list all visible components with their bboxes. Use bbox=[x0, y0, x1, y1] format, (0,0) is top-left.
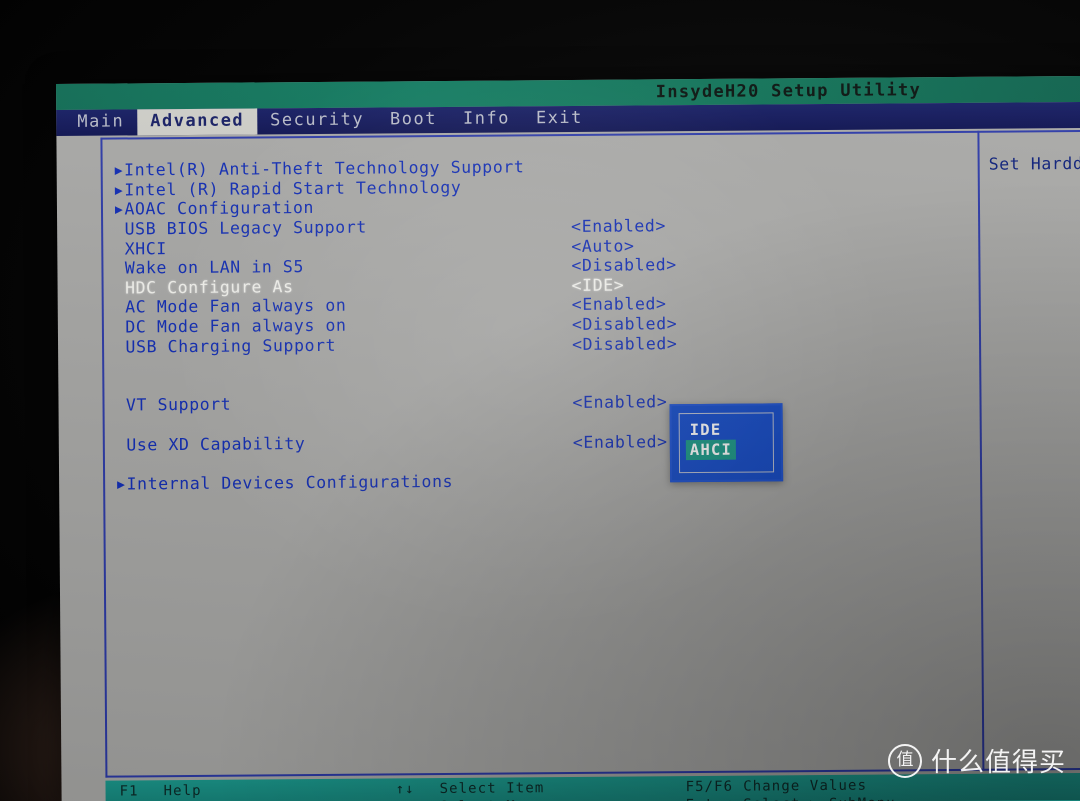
settings-row-value[interactable]: <IDE> bbox=[572, 275, 625, 294]
hdc-configure-as-popup[interactable]: IDE AHCI bbox=[669, 403, 784, 483]
menu-tab-main[interactable]: Main bbox=[64, 109, 137, 136]
help-panel-text: Set Hardd bbox=[988, 153, 1080, 174]
settings-row-value[interactable]: <Enabled> bbox=[573, 432, 668, 452]
settings-row-label: ▶USB Charging Support bbox=[116, 335, 336, 358]
submenu-arrow-icon: ▶ bbox=[114, 183, 124, 199]
watermark-text: 什么值得买 bbox=[930, 748, 1066, 778]
menu-tab-info[interactable]: Info bbox=[450, 106, 523, 133]
hint-column-2: ↑↓ Select Item↔Select Menu bbox=[395, 779, 544, 801]
settings-row-label-text: AOAC Configuration bbox=[124, 198, 315, 219]
hint-key: ↑↓ bbox=[395, 781, 415, 798]
settings-row-label-text: Wake on LAN in S5 bbox=[124, 257, 305, 278]
hint-row: F1 Help bbox=[119, 782, 201, 801]
menu-tab-security[interactable]: Security bbox=[257, 107, 377, 134]
hint-key: Enter bbox=[686, 796, 734, 801]
settings-row-label-text: AC Mode Fan always on bbox=[125, 296, 347, 317]
submenu-arrow-icon: ▶ bbox=[114, 202, 124, 219]
help-panel: Set Hardd bbox=[989, 153, 1080, 175]
settings-row-value[interactable]: <Enabled> bbox=[572, 295, 667, 315]
hint-row: F5/F6 Change Values bbox=[685, 776, 895, 796]
menu-tab-advanced[interactable]: Advanced bbox=[137, 108, 258, 136]
hint-key: F5/F6 bbox=[685, 778, 734, 796]
hint-row: ↑↓ Select Item bbox=[395, 779, 544, 798]
settings-row-label: ▶XHCI bbox=[115, 239, 167, 260]
page-title: InsydeH20 Setup Utility bbox=[655, 80, 922, 103]
hint-row: Enter Select ▶ SubMenu bbox=[686, 794, 896, 801]
submenu-arrow-icon: ▶ bbox=[117, 477, 126, 493]
popup-option-ide[interactable]: IDE bbox=[686, 420, 726, 440]
hint-action: Select Item bbox=[439, 780, 545, 798]
hint-action: Help bbox=[163, 782, 202, 800]
hint-action: Select ▶ SubMenu bbox=[743, 794, 896, 801]
settings-row-label-text: DC Mode Fan always on bbox=[125, 315, 347, 337]
photo-of-bios-screen: InsydeH20 Setup Utility Main Advanced Secu… bbox=[0, 0, 1080, 801]
settings-row-value[interactable]: <Disabled> bbox=[571, 255, 676, 275]
menu-tab-exit[interactable]: Exit bbox=[523, 106, 596, 133]
bios-screen: InsydeH20 Setup Utility Main Advanced Secu… bbox=[56, 75, 1080, 801]
popup-option-list: IDE AHCI bbox=[685, 420, 737, 461]
settings-row-value[interactable]: <Auto> bbox=[571, 236, 634, 255]
popup-option-row[interactable]: AHCI bbox=[685, 439, 737, 461]
hint-row: ↔Select Menu bbox=[396, 797, 545, 801]
watermark: 值 什么值得买 bbox=[887, 742, 1066, 779]
settings-row-value[interactable]: <Enabled> bbox=[571, 216, 666, 236]
popup-option-row[interactable]: IDE bbox=[686, 420, 736, 440]
watermark-badge-icon: 值 bbox=[887, 743, 922, 778]
menu-item-list: Main Advanced Security Boot Info Exit bbox=[64, 106, 596, 136]
settings-row-label: ▶VT Support bbox=[116, 395, 231, 417]
hint-column-3: F5/F6 Change Values Enter Select ▶ SubMenu bbox=[685, 776, 895, 801]
settings-row-value[interactable]: <Enabled> bbox=[572, 393, 667, 413]
settings-row-label-text: USB Charging Support bbox=[125, 335, 337, 357]
settings-row-label-text: XHCI bbox=[124, 238, 167, 259]
popup-option-ahci[interactable]: AHCI bbox=[685, 439, 737, 461]
settings-row-label-text: USB BIOS Legacy Support bbox=[124, 217, 367, 239]
submenu-arrow-icon: ▶ bbox=[114, 163, 124, 179]
settings-row-label: ▶Internal Devices Configurations bbox=[117, 472, 453, 496]
hint-column-1: F1HelpEscExit bbox=[119, 782, 201, 801]
settings-row-value[interactable]: <Disabled> bbox=[572, 334, 677, 354]
settings-row-label-text: HDC Configure As bbox=[124, 276, 294, 298]
hint-key: F1 bbox=[119, 783, 139, 800]
hint-action: Select Menu bbox=[440, 797, 545, 801]
hint-action: Change Values bbox=[743, 777, 868, 795]
settings-row-label-text: Internal Devices Configurations bbox=[126, 471, 454, 494]
settings-row-label-text: Intel(R) Anti-Theft Technology Support bbox=[124, 157, 525, 180]
settings-row-label: ▶USB BIOS Legacy Support bbox=[115, 218, 367, 241]
settings-row-label-text: Use XD Capability bbox=[126, 433, 306, 455]
settings-row-value[interactable]: <Disabled> bbox=[572, 314, 677, 334]
menu-tab-boot[interactable]: Boot bbox=[377, 107, 450, 134]
settings-row-label-text: Intel (R) Rapid Start Technology bbox=[124, 177, 462, 200]
settings-row-label: ▶Use XD Capability bbox=[117, 434, 306, 456]
settings-row-label-text: VT Support bbox=[125, 395, 232, 415]
settings-list: ▶Intel(R) Anti-Theft Technology Support ▶… bbox=[115, 157, 758, 495]
